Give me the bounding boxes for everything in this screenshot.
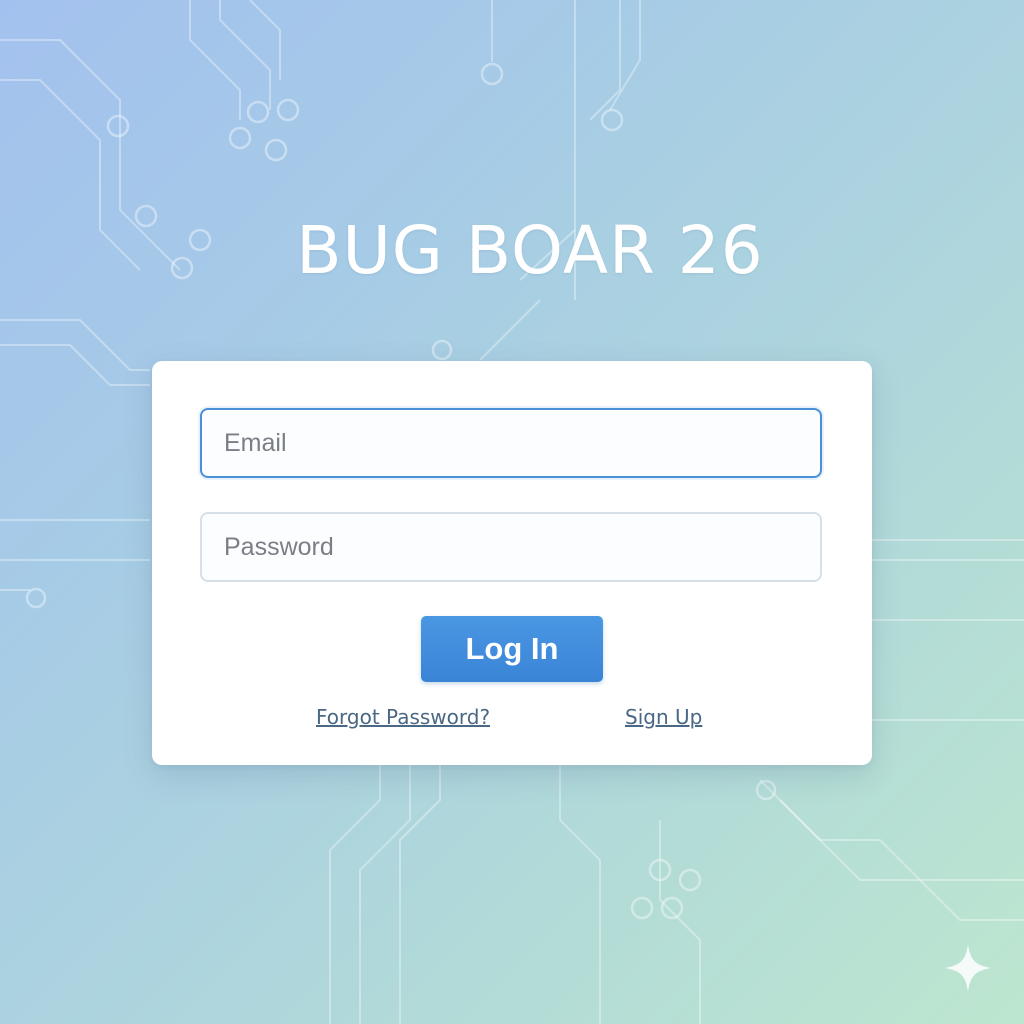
login-button[interactable]: Log In	[421, 616, 603, 682]
login-card: Log In Forgot Password? Sign Up	[152, 361, 872, 765]
forgot-password-link[interactable]: Forgot Password?	[316, 705, 490, 729]
password-input[interactable]	[200, 512, 822, 582]
sparkle-icon	[944, 944, 992, 992]
app-title: BUG BOAR 26	[296, 212, 764, 289]
email-input[interactable]	[200, 408, 822, 478]
sign-up-link[interactable]: Sign Up	[625, 705, 702, 729]
